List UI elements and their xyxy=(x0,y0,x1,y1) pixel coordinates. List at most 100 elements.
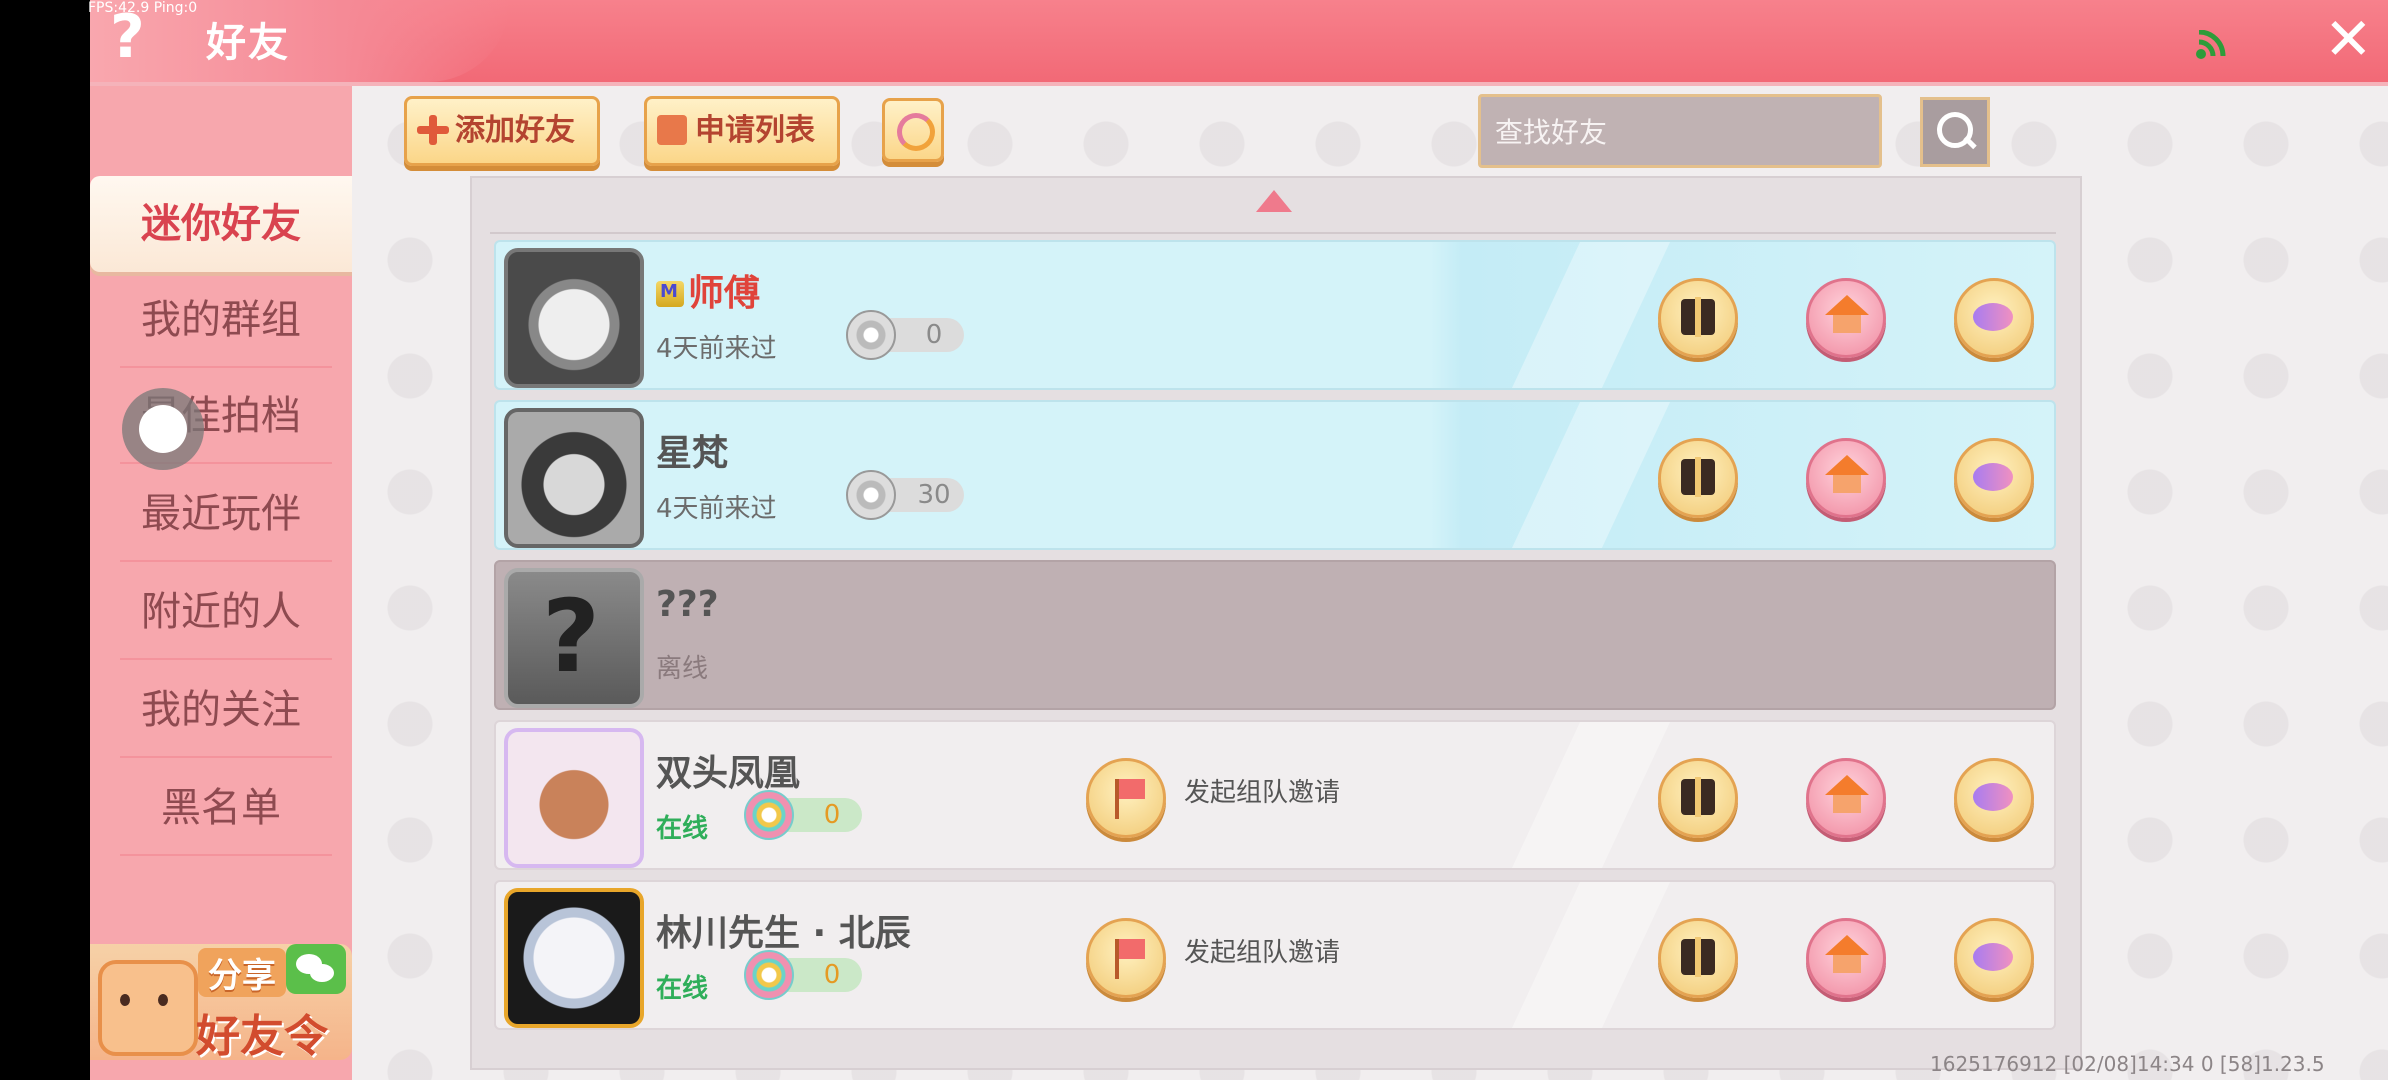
chat-button[interactable] xyxy=(1954,438,2034,518)
friend-row[interactable]: ??? 离线 xyxy=(494,560,2056,710)
friend-row[interactable]: 双头凤凰 在线 0 发起组队邀请 xyxy=(494,720,2056,870)
unknown-avatar-icon[interactable] xyxy=(504,568,644,708)
avatar[interactable] xyxy=(504,888,644,1028)
friend-row[interactable]: 林川先生 · 北辰 在线 0 发起组队邀请 xyxy=(494,880,2056,1030)
chat-icon xyxy=(1973,463,2013,491)
send-gift-button[interactable] xyxy=(1658,438,1738,518)
search-icon[interactable] xyxy=(1920,97,1990,167)
chat-button[interactable] xyxy=(1954,278,2034,358)
home-icon xyxy=(1825,295,1869,333)
team-invite-label[interactable]: 发起组队邀请 xyxy=(1184,932,1340,969)
friend-status: 在线 xyxy=(656,814,709,844)
home-icon xyxy=(1825,455,1869,493)
card-shine xyxy=(1511,882,1671,1028)
flower-icon xyxy=(846,310,896,360)
debug-overlay: FPS:42.9 Ping:0 xyxy=(88,0,198,16)
avatar[interactable] xyxy=(504,728,644,868)
signal-icon xyxy=(2196,30,2226,59)
gift-icon xyxy=(1681,937,1715,977)
sidebar-item-recent-playmates[interactable]: 最近玩伴 xyxy=(90,466,352,562)
scroll-up-icon[interactable] xyxy=(1256,190,1292,212)
request-list-button[interactable]: 申请列表 xyxy=(644,96,840,166)
friend-row[interactable]: 星梵 4天前来过 30 xyxy=(494,400,2056,550)
friend-status: 离线 xyxy=(656,654,709,684)
share-friend-code-button[interactable]: 分享 好友令 xyxy=(90,944,352,1062)
flower-icon xyxy=(744,790,794,840)
sidebar: 迷你好友 我的群组 最佳拍档 最近玩伴 附近的人 我的关注 黑名单 分享 好友令 xyxy=(90,86,352,1080)
sidebar-item-nearby[interactable]: 附近的人 xyxy=(90,564,352,660)
flower-score: 30 xyxy=(846,470,964,520)
gift-icon xyxy=(1681,457,1715,497)
visit-home-button[interactable] xyxy=(1806,278,1886,358)
team-invite-button[interactable] xyxy=(1086,758,1166,838)
friend-status: 在线 xyxy=(656,974,709,1004)
send-gift-button[interactable] xyxy=(1658,758,1738,838)
wechat-icon xyxy=(286,944,346,994)
friend-name: 师傅 xyxy=(656,264,760,316)
add-friend-label: 添加好友 xyxy=(455,113,575,148)
avatar[interactable] xyxy=(504,408,644,548)
home-icon xyxy=(1825,935,1869,973)
friend-name-text: 师傅 xyxy=(688,273,761,314)
flower-score: 0 xyxy=(744,790,862,840)
team-invite-label[interactable]: 发起组队邀请 xyxy=(1184,772,1340,809)
chat-icon xyxy=(1973,943,2013,971)
vip-badge-icon xyxy=(656,281,684,307)
score-value: 0 xyxy=(925,320,943,350)
version-info: 1625176912 [02/08]14:34 0 [58]1.23.5 xyxy=(1930,1052,2325,1076)
divider xyxy=(490,232,2056,234)
close-icon[interactable]: ✕ xyxy=(2324,10,2373,68)
card-shine xyxy=(1511,242,1671,388)
sidebar-item-blacklist[interactable]: 黑名单 xyxy=(90,760,352,856)
friend-code-label: 好友令 xyxy=(196,1011,328,1062)
score-value: 30 xyxy=(917,480,951,510)
card-shine xyxy=(1511,402,1671,548)
list-icon xyxy=(657,114,687,145)
flower-score: 0 xyxy=(846,310,964,360)
friends-window: ? 好友 ✕ 迷你好友 我的群组 最佳拍档 最近玩伴 附近的人 我的关注 黑名单… xyxy=(90,0,2388,1080)
touch-indicator xyxy=(122,388,204,470)
friend-name: 林川先生 · 北辰 xyxy=(656,913,911,954)
sidebar-item-mini-friends[interactable]: 迷你好友 xyxy=(90,176,352,272)
chat-icon xyxy=(1973,303,2013,331)
visit-home-button[interactable] xyxy=(1806,918,1886,998)
search-box xyxy=(1478,94,1917,168)
score-value: 0 xyxy=(823,960,841,990)
sidebar-item-my-groups[interactable]: 我的群组 xyxy=(90,272,352,368)
plus-icon xyxy=(417,114,449,145)
team-invite-button[interactable] xyxy=(1086,918,1166,998)
chat-button[interactable] xyxy=(1954,758,2034,838)
refresh-icon[interactable] xyxy=(882,98,944,162)
flag-icon xyxy=(1115,779,1145,819)
score-value: 0 xyxy=(823,800,841,830)
request-list-label: 申请列表 xyxy=(695,113,815,148)
home-icon xyxy=(1825,775,1869,813)
friend-name: ??? xyxy=(656,584,719,625)
share-label: 分享 xyxy=(198,948,286,997)
friend-status: 4天前来过 xyxy=(656,334,777,364)
friend-status: 4天前来过 xyxy=(656,494,777,524)
chat-icon xyxy=(1973,783,2013,811)
friend-name: 星梵 xyxy=(656,433,729,474)
send-gift-button[interactable] xyxy=(1658,278,1738,358)
card-shine xyxy=(1511,722,1671,868)
avatar[interactable] xyxy=(504,248,644,388)
flower-icon xyxy=(846,470,896,520)
page-title: 好友 xyxy=(206,20,290,66)
flag-icon xyxy=(1115,939,1145,979)
gift-icon xyxy=(1681,777,1715,817)
flower-icon xyxy=(744,950,794,1000)
flower-score: 0 xyxy=(744,950,862,1000)
chat-button[interactable] xyxy=(1954,918,2034,998)
mascot-icon xyxy=(98,960,198,1056)
visit-home-button[interactable] xyxy=(1806,438,1886,518)
sidebar-item-following[interactable]: 我的关注 xyxy=(90,662,352,758)
friend-row[interactable]: 师傅 4天前来过 0 xyxy=(494,240,2056,390)
friend-name: 双头凤凰 xyxy=(656,753,801,794)
gift-icon xyxy=(1681,297,1715,337)
header-bar: ? 好友 ✕ xyxy=(90,0,2388,86)
visit-home-button[interactable] xyxy=(1806,758,1886,838)
send-gift-button[interactable] xyxy=(1658,918,1738,998)
search-input[interactable] xyxy=(1481,97,1917,167)
add-friend-button[interactable]: 添加好友 xyxy=(404,96,600,166)
